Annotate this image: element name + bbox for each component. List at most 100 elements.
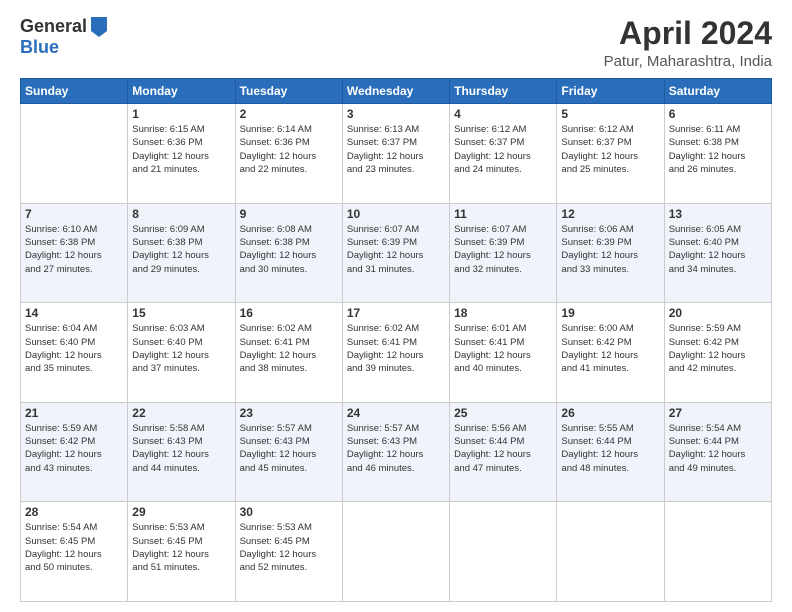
day-number: 6	[669, 107, 767, 121]
day-number: 14	[25, 306, 123, 320]
calendar-cell: 1 Sunrise: 6:15 AM Sunset: 6:36 PM Daylig…	[128, 104, 235, 204]
logo-blue-text: Blue	[20, 37, 59, 58]
day-number: 9	[240, 207, 338, 221]
calendar-cell: 27Sunrise: 5:54 AM Sunset: 6:44 PM Dayli…	[664, 402, 771, 502]
day-info: Sunrise: 5:55 AM Sunset: 6:44 PM Dayligh…	[561, 422, 659, 475]
calendar-week-5: 28 Sunrise: 5:54 AM Sunset: 6:45 PM Dayli…	[21, 502, 772, 602]
day-info: Sunrise: 5:56 AM Sunset: 6:44 PM Dayligh…	[454, 422, 552, 475]
calendar-cell: 18 Sunrise: 6:01 AM Sunset: 6:41 PM Dayli…	[450, 303, 557, 403]
calendar-cell	[21, 104, 128, 204]
month-title: April 2024	[604, 16, 772, 51]
day-number: 25	[454, 406, 552, 420]
header-friday: Friday	[557, 79, 664, 104]
day-number: 7	[25, 207, 123, 221]
calendar-cell: 7 Sunrise: 6:10 AM Sunset: 6:38 PM Daylig…	[21, 203, 128, 303]
calendar-cell: 26 Sunrise: 5:55 AM Sunset: 6:44 PM Dayli…	[557, 402, 664, 502]
day-info: Sunrise: 6:02 AM Sunset: 6:41 PM Dayligh…	[347, 322, 445, 375]
header: General Blue April 2024 Patur, Maharasht…	[20, 16, 772, 70]
calendar-cell: 10Sunrise: 6:07 AM Sunset: 6:39 PM Dayli…	[342, 203, 449, 303]
day-info: Sunrise: 5:54 AM Sunset: 6:45 PM Dayligh…	[25, 521, 123, 574]
day-number: 12	[561, 207, 659, 221]
day-number: 13	[669, 207, 767, 221]
day-number: 22	[132, 406, 230, 420]
calendar-cell: 22Sunrise: 5:58 AM Sunset: 6:43 PM Dayli…	[128, 402, 235, 502]
day-number: 28	[25, 505, 123, 519]
day-info: Sunrise: 6:04 AM Sunset: 6:40 PM Dayligh…	[25, 322, 123, 375]
calendar-week-2: 7 Sunrise: 6:10 AM Sunset: 6:38 PM Daylig…	[21, 203, 772, 303]
day-info: Sunrise: 6:15 AM Sunset: 6:36 PM Dayligh…	[132, 123, 230, 176]
day-info: Sunrise: 6:13 AM Sunset: 6:37 PM Dayligh…	[347, 123, 445, 176]
day-info: Sunrise: 6:12 AM Sunset: 6:37 PM Dayligh…	[454, 123, 552, 176]
calendar-table: Sunday Monday Tuesday Wednesday Thursday…	[20, 78, 772, 602]
day-number: 2	[240, 107, 338, 121]
calendar-cell: 30 Sunrise: 5:53 AM Sunset: 6:45 PM Dayli…	[235, 502, 342, 602]
day-number: 3	[347, 107, 445, 121]
calendar-cell: 23Sunrise: 5:57 AM Sunset: 6:43 PM Dayli…	[235, 402, 342, 502]
calendar-cell: 11 Sunrise: 6:07 AM Sunset: 6:39 PM Dayli…	[450, 203, 557, 303]
day-info: Sunrise: 6:02 AM Sunset: 6:41 PM Dayligh…	[240, 322, 338, 375]
day-info: Sunrise: 6:01 AM Sunset: 6:41 PM Dayligh…	[454, 322, 552, 375]
location: Patur, Maharashtra, India	[604, 53, 772, 70]
day-number: 16	[240, 306, 338, 320]
page: General Blue April 2024 Patur, Maharasht…	[0, 0, 792, 612]
day-info: Sunrise: 6:05 AM Sunset: 6:40 PM Dayligh…	[669, 223, 767, 276]
calendar-cell: 21 Sunrise: 5:59 AM Sunset: 6:42 PM Dayli…	[21, 402, 128, 502]
day-number: 5	[561, 107, 659, 121]
day-number: 19	[561, 306, 659, 320]
calendar-cell: 12Sunrise: 6:06 AM Sunset: 6:39 PM Dayli…	[557, 203, 664, 303]
day-number: 18	[454, 306, 552, 320]
day-info: Sunrise: 6:09 AM Sunset: 6:38 PM Dayligh…	[132, 223, 230, 276]
day-info: Sunrise: 6:10 AM Sunset: 6:38 PM Dayligh…	[25, 223, 123, 276]
calendar-cell: 3 Sunrise: 6:13 AM Sunset: 6:37 PM Daylig…	[342, 104, 449, 204]
header-thursday: Thursday	[450, 79, 557, 104]
logo: General Blue	[20, 16, 107, 58]
day-info: Sunrise: 5:59 AM Sunset: 6:42 PM Dayligh…	[669, 322, 767, 375]
header-wednesday: Wednesday	[342, 79, 449, 104]
day-number: 1	[132, 107, 230, 121]
calendar-cell	[557, 502, 664, 602]
day-number: 4	[454, 107, 552, 121]
calendar-cell: 8Sunrise: 6:09 AM Sunset: 6:38 PM Daylig…	[128, 203, 235, 303]
calendar-cell: 17 Sunrise: 6:02 AM Sunset: 6:41 PM Dayli…	[342, 303, 449, 403]
day-info: Sunrise: 6:00 AM Sunset: 6:42 PM Dayligh…	[561, 322, 659, 375]
day-number: 24	[347, 406, 445, 420]
day-number: 21	[25, 406, 123, 420]
calendar-header-row: Sunday Monday Tuesday Wednesday Thursday…	[21, 79, 772, 104]
day-number: 26	[561, 406, 659, 420]
logo-icon	[91, 17, 107, 37]
calendar-cell: 2 Sunrise: 6:14 AM Sunset: 6:36 PM Daylig…	[235, 104, 342, 204]
day-info: Sunrise: 6:07 AM Sunset: 6:39 PM Dayligh…	[454, 223, 552, 276]
day-info: Sunrise: 6:07 AM Sunset: 6:39 PM Dayligh…	[347, 223, 445, 276]
day-info: Sunrise: 5:57 AM Sunset: 6:43 PM Dayligh…	[347, 422, 445, 475]
day-number: 29	[132, 505, 230, 519]
header-saturday: Saturday	[664, 79, 771, 104]
calendar-cell: 25 Sunrise: 5:56 AM Sunset: 6:44 PM Dayli…	[450, 402, 557, 502]
calendar-week-1: 1 Sunrise: 6:15 AM Sunset: 6:36 PM Daylig…	[21, 104, 772, 204]
header-monday: Monday	[128, 79, 235, 104]
day-info: Sunrise: 5:59 AM Sunset: 6:42 PM Dayligh…	[25, 422, 123, 475]
calendar-cell	[342, 502, 449, 602]
header-tuesday: Tuesday	[235, 79, 342, 104]
day-number: 30	[240, 505, 338, 519]
calendar-cell: 29 Sunrise: 5:53 AM Sunset: 6:45 PM Dayli…	[128, 502, 235, 602]
calendar-cell: 14 Sunrise: 6:04 AM Sunset: 6:40 PM Dayli…	[21, 303, 128, 403]
calendar-cell: 28 Sunrise: 5:54 AM Sunset: 6:45 PM Dayli…	[21, 502, 128, 602]
day-info: Sunrise: 6:03 AM Sunset: 6:40 PM Dayligh…	[132, 322, 230, 375]
title-block: April 2024 Patur, Maharashtra, India	[604, 16, 772, 70]
day-number: 20	[669, 306, 767, 320]
day-info: Sunrise: 6:08 AM Sunset: 6:38 PM Dayligh…	[240, 223, 338, 276]
calendar-cell	[450, 502, 557, 602]
calendar-week-4: 21 Sunrise: 5:59 AM Sunset: 6:42 PM Dayli…	[21, 402, 772, 502]
day-number: 27	[669, 406, 767, 420]
calendar-cell: 4 Sunrise: 6:12 AM Sunset: 6:37 PM Daylig…	[450, 104, 557, 204]
day-number: 15	[132, 306, 230, 320]
day-info: Sunrise: 6:12 AM Sunset: 6:37 PM Dayligh…	[561, 123, 659, 176]
calendar-cell: 20 Sunrise: 5:59 AM Sunset: 6:42 PM Dayli…	[664, 303, 771, 403]
calendar-cell: 16 Sunrise: 6:02 AM Sunset: 6:41 PM Dayli…	[235, 303, 342, 403]
day-info: Sunrise: 5:53 AM Sunset: 6:45 PM Dayligh…	[240, 521, 338, 574]
day-number: 17	[347, 306, 445, 320]
day-info: Sunrise: 6:14 AM Sunset: 6:36 PM Dayligh…	[240, 123, 338, 176]
day-number: 11	[454, 207, 552, 221]
day-info: Sunrise: 5:53 AM Sunset: 6:45 PM Dayligh…	[132, 521, 230, 574]
calendar-cell: 24 Sunrise: 5:57 AM Sunset: 6:43 PM Dayli…	[342, 402, 449, 502]
